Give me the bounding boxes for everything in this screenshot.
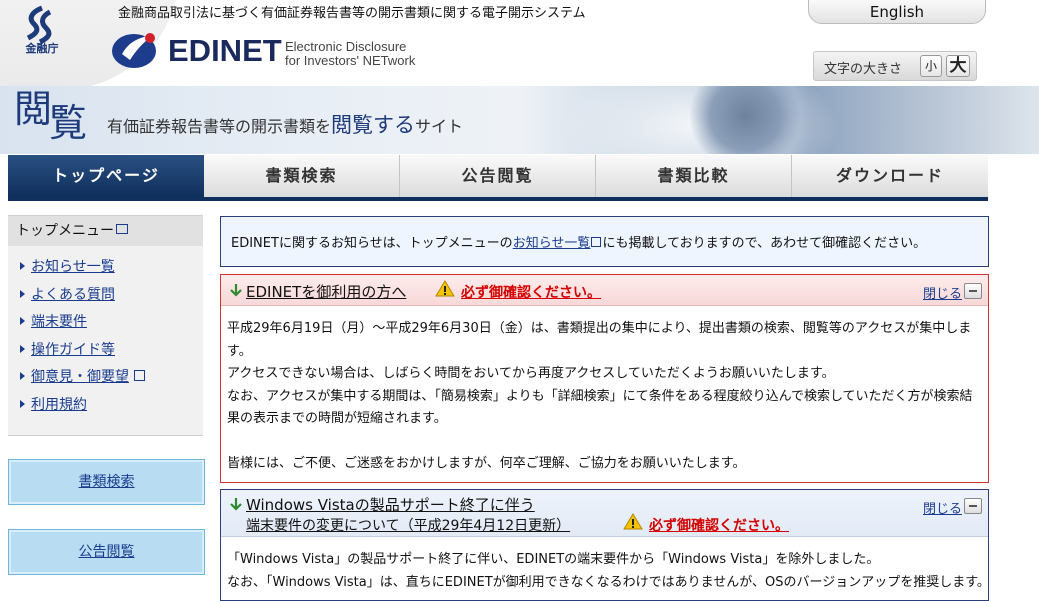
logo-sub-line2: for Investors' NETwork xyxy=(285,53,416,68)
edinet-logo-text: EDINET xyxy=(168,33,282,68)
announcement-title-line2[interactable]: 端末要件の変更について（平成29年4月12日更新） xyxy=(246,515,570,535)
warning-icon xyxy=(623,513,643,530)
announcement-title[interactable]: Windows Vistaの製品サポート終了に伴う xyxy=(246,494,535,515)
announcement-body: 平成29年6月19日（月）～平成29年6月30日（金）は、書類提出の集中により、… xyxy=(221,306,988,476)
font-size-label: 文字の大きさ xyxy=(824,62,903,77)
arrow-down-icon xyxy=(230,284,242,297)
bullet-icon xyxy=(20,317,25,326)
sidebar-public-notice-button[interactable]: 公告閲覧 xyxy=(8,529,205,575)
font-size-control: 文字の大きさ 小 大 xyxy=(813,51,977,81)
news-list-link[interactable]: お知らせ一覧 xyxy=(513,236,591,251)
announcement-paragraph: なお、「Windows Vista」は、直ちにEDINETが御利用できなくなるわ… xyxy=(227,574,989,590)
tab-public-notice[interactable]: 公告閲覧 xyxy=(400,155,596,199)
tab-download[interactable]: ダウンロード xyxy=(792,155,988,199)
tab-document-compare[interactable]: 書類比較 xyxy=(596,155,792,199)
announcement-box-access: EDINETを御利用の方へ 必ず御確認ください。 閉じる 平成29年6月19日（… xyxy=(220,274,989,483)
external-window-icon xyxy=(116,224,128,234)
banner-kanji: 閲覧 xyxy=(14,87,87,142)
announcement-header: Windows Vistaの製品サポート終了に伴う 端末要件の変更について（平成… xyxy=(221,490,988,537)
sidebar-search-button[interactable]: 書類検索 xyxy=(8,459,205,505)
sidebar-item-label[interactable]: 御意見・御要望 xyxy=(31,369,129,385)
sidebar-item-feedback[interactable]: 御意見・御要望 xyxy=(20,364,203,392)
sidebar-item-guide[interactable]: 操作ガイド等 xyxy=(20,337,203,365)
sidebar-item-label[interactable]: 利用規約 xyxy=(31,397,87,413)
english-link[interactable]: English xyxy=(808,0,986,24)
bullet-icon xyxy=(20,262,25,270)
banner-text: 有価証券報告書等の開示書類を閲覧するサイト xyxy=(107,109,463,139)
info-notice-text: EDINETに関するお知らせは、トップメニューのお知らせ一覧 にも掲載しております… xyxy=(231,232,926,251)
announcement-paragraph: なお、アクセスが集中する期間は、「簡易検索」よりも「詳細検索」にて条件をある程度… xyxy=(227,388,973,427)
tab-top-page[interactable]: トップページ xyxy=(8,155,205,199)
nav-underline xyxy=(8,197,988,201)
close-link[interactable]: 閉じる xyxy=(923,283,962,302)
banner-text-pre: 有価証券報告書等の開示書類を xyxy=(107,117,332,136)
announcement-paragraph: 皆様には、ご不便、ご迷惑をおかけしますが、何卒ご理解、ご協力をお願いいたします。 xyxy=(227,455,746,471)
info-notice: EDINETに関するお知らせは、トップメニューのお知らせ一覧 にも掲載しております… xyxy=(220,216,989,267)
sidebar-heading-text: トップメニュー xyxy=(16,223,114,239)
announcement-header: EDINETを御利用の方へ 必ず御確認ください。 閉じる xyxy=(221,275,988,306)
sidebar-item-label[interactable]: 端末要件 xyxy=(31,314,87,330)
banner-text-post: サイト xyxy=(415,117,464,136)
tab-document-search[interactable]: 書類検索 xyxy=(204,155,400,199)
edinet-logo-subtitle: Electronic Disclosure for Investors' NET… xyxy=(285,40,415,68)
agency-name: 金融庁 xyxy=(25,42,59,55)
sidebar-item-news[interactable]: お知らせ一覧 xyxy=(20,254,203,282)
sidebar-item-terms[interactable]: 利用規約 xyxy=(20,392,203,420)
bullet-icon xyxy=(20,344,25,353)
sidebar-item-faq[interactable]: よくある質問 xyxy=(20,282,203,310)
warning-text: 必ず御確認ください。 xyxy=(461,285,601,301)
sidebar-menu: トップメニュー お知らせ一覧 よくある質問 端末要件 操作ガイド等 御意見・御要… xyxy=(8,215,203,436)
notice-pre: EDINETに関するお知らせは、トップメニューの xyxy=(231,236,513,251)
font-small-button[interactable]: 小 xyxy=(920,55,942,77)
bullet-icon xyxy=(20,289,25,298)
sidebar-item-requirements[interactable]: 端末要件 xyxy=(20,309,203,337)
bullet-icon xyxy=(20,372,25,381)
font-large-button[interactable]: 大 xyxy=(946,55,970,77)
bullet-icon xyxy=(20,399,25,408)
banner-kanji-1: 閲 xyxy=(14,87,52,131)
announcement-box-vista: Windows Vistaの製品サポート終了に伴う 端末要件の変更について（平成… xyxy=(220,489,989,601)
warning-text: 必ず御確認ください。 xyxy=(649,518,789,534)
arrow-down-icon xyxy=(230,498,242,511)
sidebar-list: お知らせ一覧 よくある質問 端末要件 操作ガイド等 御意見・御要望 利用規約 xyxy=(8,254,203,420)
sidebar-item-label[interactable]: 操作ガイド等 xyxy=(31,342,115,358)
announcement-paragraph: 平成29年6月19日（月）～平成29年6月30日（金）は、書類提出の集中により、… xyxy=(227,321,972,359)
banner-figure-decoration xyxy=(690,86,800,154)
announcement-paragraph: 「Windows Vista」の製品サポート終了に伴い、EDINETの端末要件か… xyxy=(227,552,880,567)
notice-post: にも掲載しておりますので、あわせて御確認ください。 xyxy=(602,236,927,251)
close-link[interactable]: 閉じる xyxy=(923,498,962,517)
collapse-icon[interactable] xyxy=(964,283,982,299)
sidebar-item-label[interactable]: お知らせ一覧 xyxy=(31,259,115,275)
main-nav: トップページ 書類検索 公告閲覧 書類比較 ダウンロード xyxy=(8,155,988,199)
site-header: 金融庁 金融商品取引法に基づく有価証券報告書等の開示書類に関する電子開示システム… xyxy=(0,0,1039,86)
warning-icon xyxy=(435,280,455,297)
announcement-title[interactable]: EDINETを御利用の方へ xyxy=(246,281,406,302)
banner-text-big: 閲覧する xyxy=(331,113,416,137)
logo-sub-line1: Electronic Disclosure xyxy=(285,39,407,54)
sidebar-item-label[interactable]: よくある質問 xyxy=(31,287,115,303)
header-tagline: 金融商品取引法に基づく有価証券報告書等の開示書類に関する電子開示システム xyxy=(118,6,586,21)
edinet-logo-icon[interactable] xyxy=(110,30,160,70)
collapse-icon[interactable] xyxy=(964,498,982,514)
sidebar-heading: トップメニュー xyxy=(8,215,203,246)
announcement-paragraph: アクセスできない場合は、しばらく時間をおいてから再度アクセスしていただくようお願… xyxy=(227,366,835,382)
banner-kanji-2: 覧 xyxy=(49,101,87,145)
external-window-icon xyxy=(591,237,602,247)
external-link-icon xyxy=(134,370,145,382)
